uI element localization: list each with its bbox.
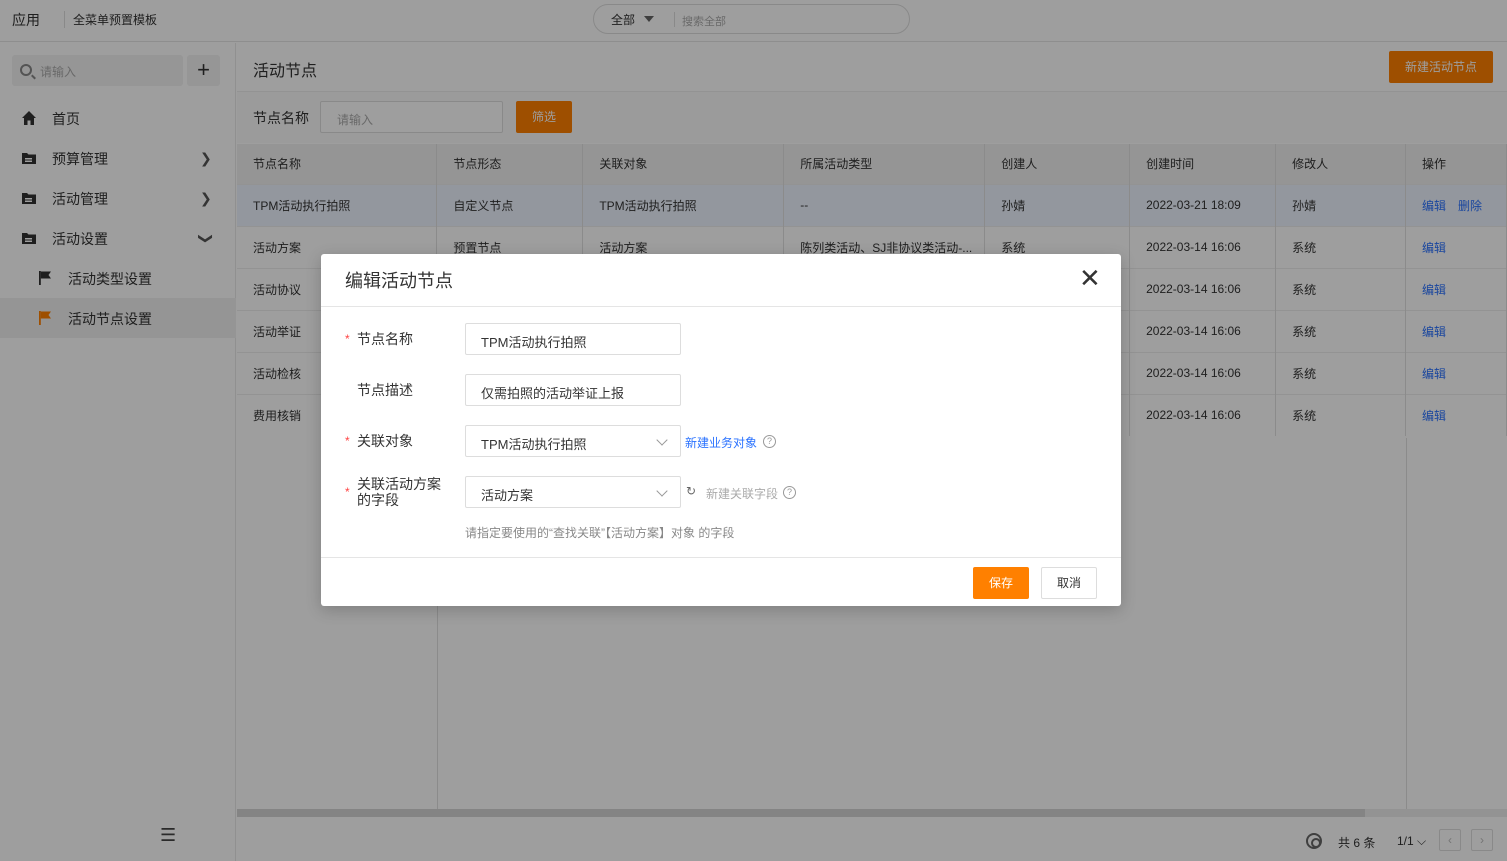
cancel-button[interactable]: 取消 xyxy=(1041,567,1097,599)
required-mark: * xyxy=(345,332,350,346)
refresh-icon[interactable]: ↻ xyxy=(686,484,696,498)
save-button[interactable]: 保存 xyxy=(973,567,1029,599)
required-mark: * xyxy=(345,485,350,499)
chevron-down-icon xyxy=(656,485,668,497)
help-icon[interactable]: ? xyxy=(783,486,796,499)
field-label: 节点描述 xyxy=(357,382,413,398)
field-label: 节点名称 xyxy=(357,331,413,347)
edit-node-dialog: 编辑活动节点 ✕ * 节点名称 TPM活动执行拍照 节点描述 仅需拍照的活动举证… xyxy=(321,254,1121,606)
dialog-footer: 保存 取消 xyxy=(321,557,1121,606)
select-value: TPM活动执行拍照 xyxy=(481,437,587,452)
close-icon[interactable]: ✕ xyxy=(1079,265,1101,291)
node-name-input[interactable]: TPM活动执行拍照 xyxy=(465,323,681,355)
new-related-field-link[interactable]: 新建关联字段 xyxy=(706,485,778,502)
dialog-title: 编辑活动节点 xyxy=(345,271,453,291)
field-label: 关联对象 xyxy=(357,433,413,449)
input-value: TPM活动执行拍照 xyxy=(481,335,587,350)
select-value: 活动方案 xyxy=(481,488,534,503)
node-desc-input[interactable]: 仅需拍照的活动举证上报 xyxy=(465,374,681,406)
help-icon[interactable]: ? xyxy=(763,435,776,448)
new-business-object-link[interactable]: 新建业务对象 xyxy=(685,434,757,451)
field-label: 关联活动方案 的字段 xyxy=(357,476,441,508)
field-helper-text: 请指定要使用的“查找关联”【活动方案】对象 的字段 xyxy=(465,526,735,540)
chevron-down-icon xyxy=(656,434,668,446)
input-value: 仅需拍照的活动举证上报 xyxy=(481,386,625,401)
required-mark: * xyxy=(345,434,350,448)
field-label-line: 关联活动方案 xyxy=(357,476,441,492)
field-label-line: 的字段 xyxy=(357,492,399,508)
related-object-select[interactable]: TPM活动执行拍照 xyxy=(465,425,681,457)
dialog-header: 编辑活动节点 ✕ xyxy=(321,254,1121,307)
related-field-select[interactable]: 活动方案 xyxy=(465,476,681,508)
